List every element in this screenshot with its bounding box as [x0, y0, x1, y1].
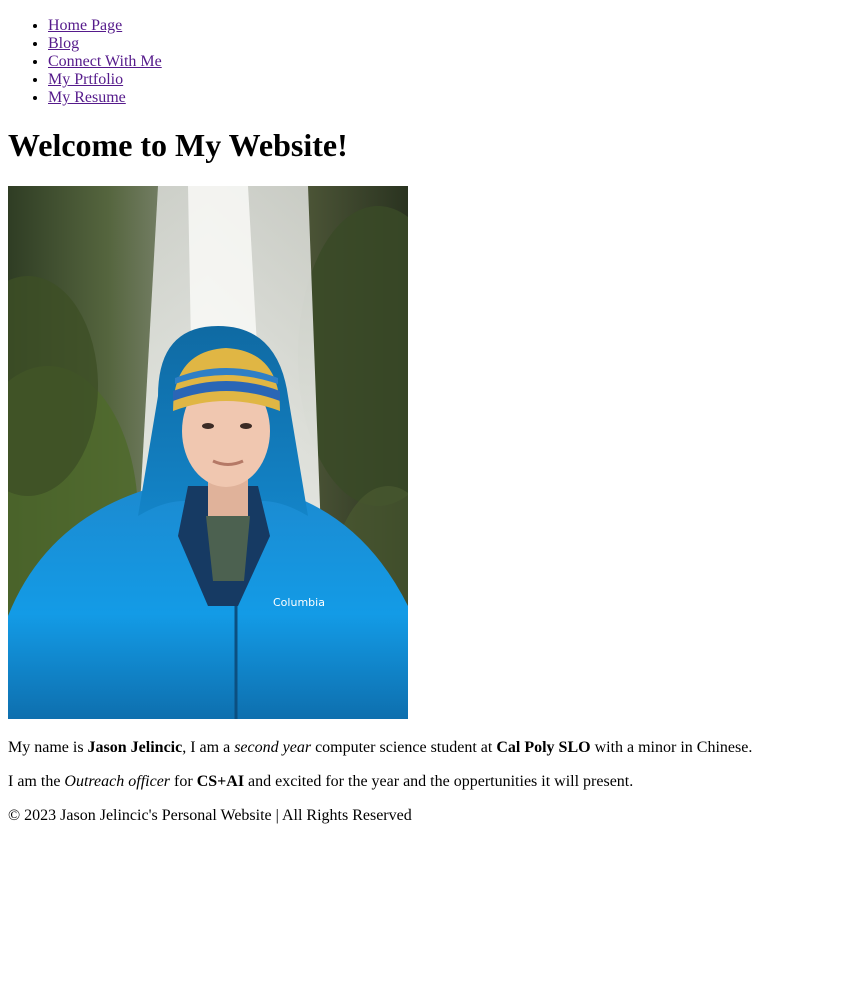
nav-link-resume[interactable]: My Resume [48, 89, 126, 106]
bio-text: for [170, 773, 197, 790]
bio-text: and excited for the year and the oppertu… [244, 773, 634, 790]
nav-list: Home Page Blog Connect With Me My Prtfol… [8, 17, 835, 107]
nav-link-home[interactable]: Home Page [48, 17, 122, 34]
page: Home Page Blog Connect With Me My Prtfol… [0, 0, 843, 833]
bio-year: second year [234, 739, 312, 756]
nav-link-portfolio[interactable]: My Prtfolio [48, 71, 123, 88]
page-title: Welcome to My Website! [8, 127, 348, 163]
nav-item-portfolio: My Prtfolio [48, 71, 835, 89]
bio-text: I am the [8, 773, 65, 790]
footer-text: © 2023 Jason Jelincic's Personal Website… [8, 807, 412, 824]
nav-item-blog: Blog [48, 35, 835, 53]
bio-text: with a minor in Chinese. [590, 739, 753, 756]
bio-role: Outreach officer [64, 773, 171, 790]
bio-paragraph-1: My name is Jason Jelincic, I am a second… [8, 739, 835, 757]
nav-link-connect[interactable]: Connect With Me [48, 53, 162, 70]
nav-item-home: Home Page [48, 17, 835, 35]
bio-org: CS+AI [196, 773, 245, 790]
profile-photo: Columbia [8, 186, 408, 719]
nav-item-connect: Connect With Me [48, 53, 835, 71]
bio-paragraph-2: I am the Outreach officer for CS+AI and … [8, 773, 835, 791]
bio-text: , I am a [182, 739, 235, 756]
bio-text: computer science student at [311, 739, 497, 756]
bio-name: Jason Jelincic [87, 739, 183, 756]
bio-text: My name is [8, 739, 88, 756]
nav-link-blog[interactable]: Blog [48, 35, 79, 52]
profile-photo-illustration: Columbia [8, 186, 408, 719]
jacket-logo: Columbia [273, 596, 325, 609]
bio-school: Cal Poly SLO [496, 739, 591, 756]
nav-item-resume: My Resume [48, 89, 835, 107]
